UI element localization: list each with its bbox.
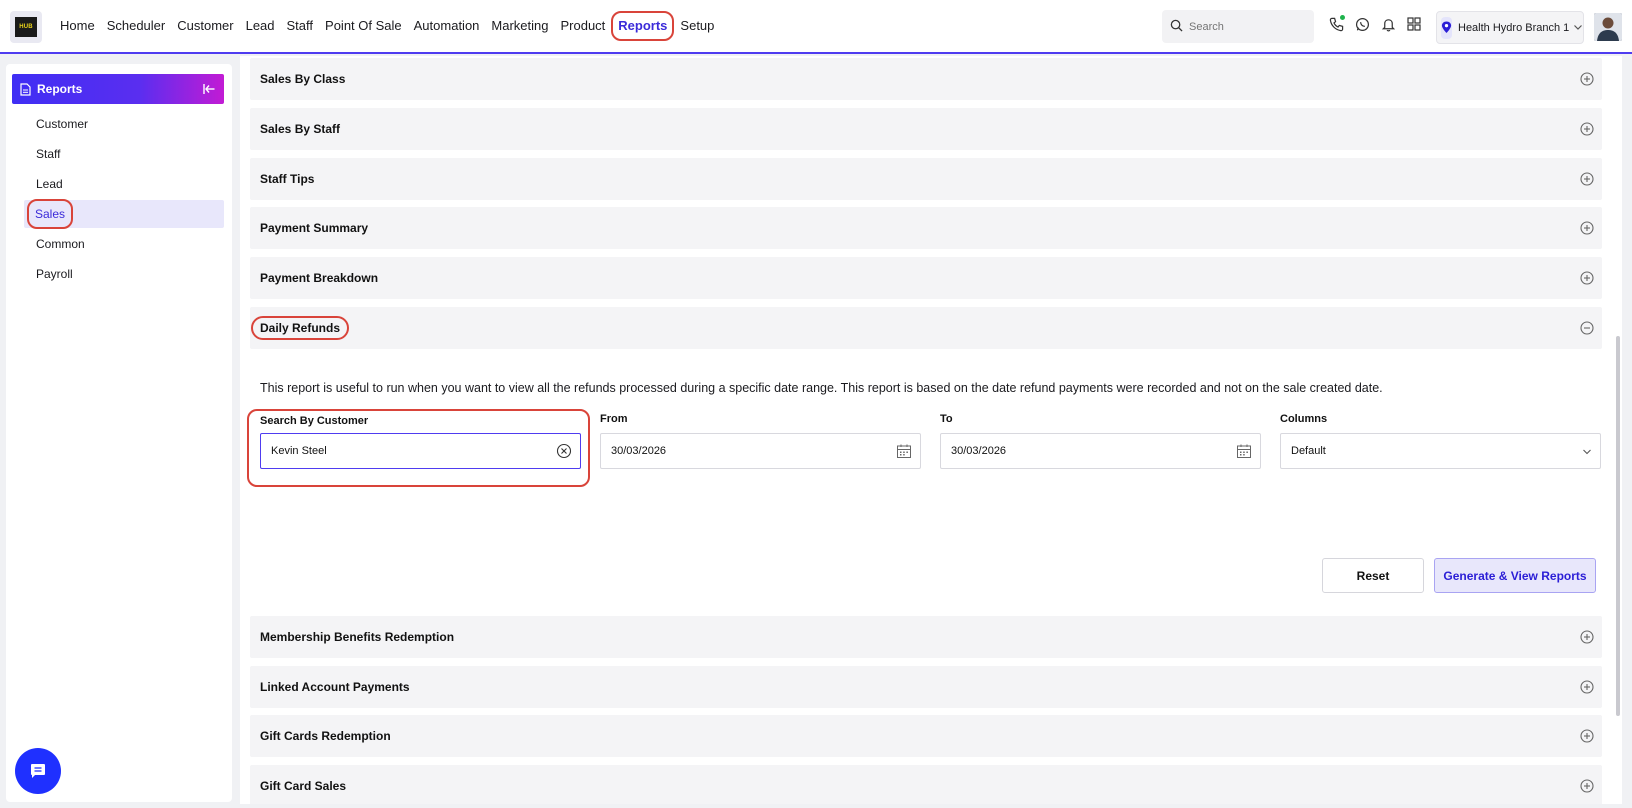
nav-setup[interactable]: Setup xyxy=(674,11,720,41)
report-description: This report is useful to run when you wa… xyxy=(260,381,1383,395)
to-label: To xyxy=(940,413,953,425)
report-title: Payment Summary xyxy=(260,221,369,235)
sidebar-item-sales-label: Sales xyxy=(27,199,74,229)
expand-plus-icon[interactable] xyxy=(1580,680,1594,697)
main-scrollbar[interactable] xyxy=(1616,336,1620,716)
report-accordion[interactable]: Membership Benefits Redemption xyxy=(250,616,1602,658)
expand-plus-icon[interactable] xyxy=(1580,221,1594,238)
report-accordion[interactable]: Gift Card Sales xyxy=(250,765,1602,804)
report-title: Daily Refunds xyxy=(251,316,350,340)
chat-support-button[interactable] xyxy=(15,748,61,794)
nav-home[interactable]: Home xyxy=(54,11,101,41)
sidebar-item-payroll[interactable]: Payroll xyxy=(24,260,224,288)
customer-search-field[interactable]: Kevin Steel xyxy=(260,433,581,469)
report-accordion[interactable]: Sales By Staff xyxy=(250,108,1602,150)
nav-lead[interactable]: Lead xyxy=(240,11,281,41)
report-accordion[interactable]: Payment Breakdown xyxy=(250,257,1602,299)
report-title: Linked Account Payments xyxy=(260,680,410,694)
search-icon xyxy=(1170,19,1183,35)
reset-button[interactable]: Reset xyxy=(1322,558,1424,593)
customer-label: Search By Customer xyxy=(260,415,369,427)
reports-main: Sales By Class Sales By Staff Staff Tips… xyxy=(240,56,1622,804)
sidebar-title: Reports xyxy=(37,82,83,96)
report-title: Payment Breakdown xyxy=(260,271,379,285)
report-accordion[interactable]: Staff Tips xyxy=(250,158,1602,200)
report-title: Staff Tips xyxy=(260,172,315,186)
app-logo[interactable]: HUB xyxy=(10,11,42,43)
report-title: Membership Benefits Redemption xyxy=(260,630,455,644)
report-file-icon xyxy=(20,82,31,96)
expand-plus-icon[interactable] xyxy=(1580,779,1594,796)
nav-scheduler[interactable]: Scheduler xyxy=(101,11,172,41)
from-label: From xyxy=(600,413,628,425)
from-date-value: 30/03/2026 xyxy=(611,445,667,457)
nav-automation[interactable]: Automation xyxy=(408,11,486,41)
phone-icon[interactable] xyxy=(1328,15,1345,32)
top-navbar: HUB Home Scheduler Customer Lead Staff P… xyxy=(0,0,1632,54)
chevron-down-icon xyxy=(1573,20,1583,35)
whatsapp-icon[interactable] xyxy=(1354,16,1370,32)
report-accordion[interactable]: Gift Cards Redemption xyxy=(250,715,1602,757)
collapse-minus-icon[interactable] xyxy=(1580,321,1594,338)
calendar-icon[interactable] xyxy=(1236,443,1252,462)
expand-plus-icon[interactable] xyxy=(1580,729,1594,746)
bell-icon[interactable] xyxy=(1380,16,1396,32)
generate-view-reports-button[interactable]: Generate & View Reports xyxy=(1434,558,1596,593)
expand-plus-icon[interactable] xyxy=(1580,122,1594,139)
sidebar-item-common[interactable]: Common xyxy=(24,230,224,258)
sidebar-header: Reports xyxy=(12,74,224,104)
report-accordion[interactable]: Payment Summary xyxy=(250,207,1602,249)
nav-staff[interactable]: Staff xyxy=(281,11,320,41)
clear-icon[interactable] xyxy=(556,443,572,462)
sidebar-item-lead[interactable]: Lead xyxy=(24,170,224,198)
chevron-down-icon xyxy=(1582,447,1592,460)
report-title: Sales By Staff xyxy=(260,122,341,136)
expand-plus-icon[interactable] xyxy=(1580,172,1594,189)
report-title: Gift Card Sales xyxy=(260,779,347,793)
calendar-icon[interactable] xyxy=(896,443,912,462)
report-title: Sales By Class xyxy=(260,72,346,86)
customer-value: Kevin Steel xyxy=(271,445,327,457)
sidebar-item-sales[interactable]: Sales xyxy=(24,199,224,229)
columns-value: Default xyxy=(1291,445,1326,457)
to-date-value: 30/03/2026 xyxy=(951,445,1007,457)
report-title: Gift Cards Redemption xyxy=(260,729,391,743)
search-input[interactable] xyxy=(1189,20,1309,33)
global-search[interactable] xyxy=(1162,10,1314,43)
nav-marketing[interactable]: Marketing xyxy=(485,11,554,41)
expand-plus-icon[interactable] xyxy=(1580,72,1594,89)
main-nav: Home Scheduler Customer Lead Staff Point… xyxy=(54,0,720,52)
from-date-field[interactable]: 30/03/2026 xyxy=(600,433,921,469)
location-pin-icon xyxy=(1441,16,1452,39)
reports-sidebar: Reports Customer Staff Lead Sales Common… xyxy=(6,64,232,802)
nav-customer[interactable]: Customer xyxy=(171,11,239,41)
nav-product[interactable]: Product xyxy=(554,11,611,41)
nav-point-of-sale[interactable]: Point Of Sale xyxy=(319,11,408,41)
sidebar-item-staff[interactable]: Staff xyxy=(24,140,224,168)
collapse-sidebar-icon[interactable] xyxy=(202,82,216,99)
user-avatar[interactable] xyxy=(1594,13,1622,41)
top-action-icons xyxy=(1328,15,1422,32)
sidebar-item-customer[interactable]: Customer xyxy=(24,110,224,138)
logo-text: HUB xyxy=(19,24,33,30)
report-accordion[interactable]: Sales By Class xyxy=(250,58,1602,100)
columns-select[interactable]: Default xyxy=(1280,433,1601,469)
branch-selector[interactable]: Health Hydro Branch 1 xyxy=(1436,11,1584,44)
columns-label: Columns xyxy=(1280,413,1328,425)
report-accordion[interactable]: Linked Account Payments xyxy=(250,666,1602,708)
chat-icon xyxy=(29,763,47,779)
nav-reports[interactable]: Reports xyxy=(611,11,675,41)
to-date-field[interactable]: 30/03/2026 xyxy=(940,433,1261,469)
expand-plus-icon[interactable] xyxy=(1580,271,1594,288)
report-accordion-expanded[interactable]: Daily Refunds xyxy=(250,307,1602,349)
apps-grid-icon[interactable] xyxy=(1406,16,1422,32)
branch-label: Health Hydro Branch 1 xyxy=(1458,21,1570,34)
expand-plus-icon[interactable] xyxy=(1580,630,1594,647)
